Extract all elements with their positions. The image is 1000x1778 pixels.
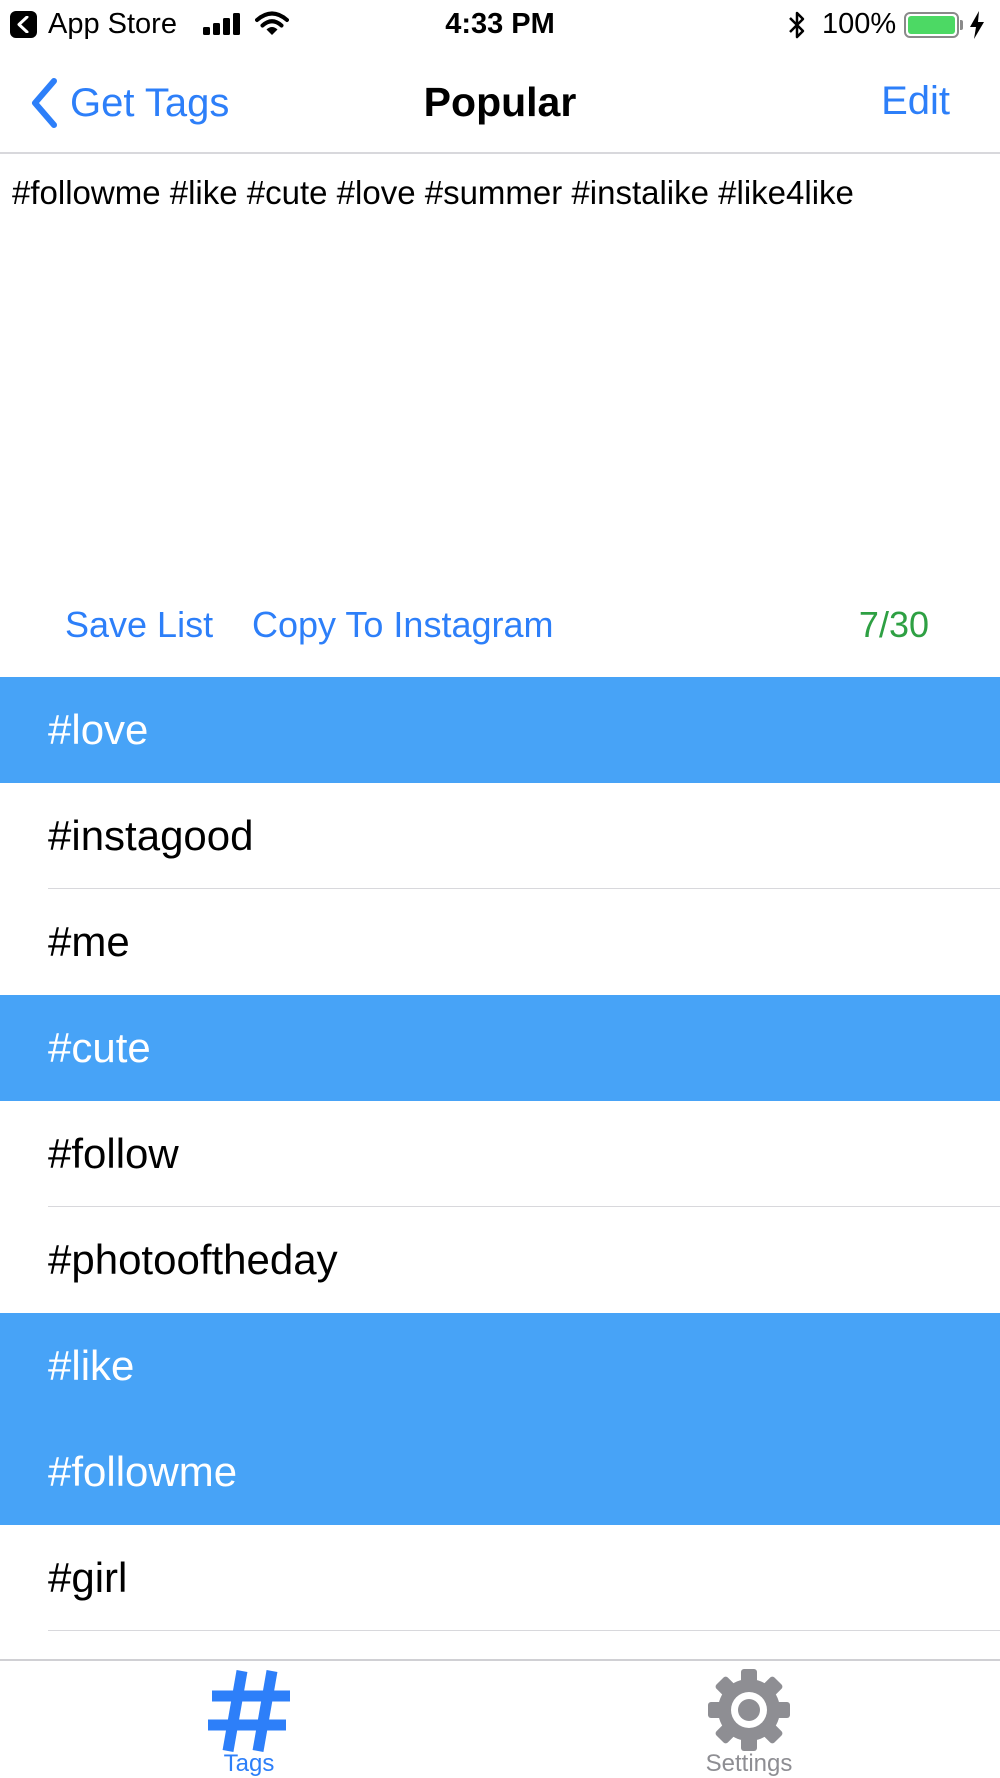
tab-tags-label: Tags	[223, 1750, 275, 1777]
tag-label: #photooftheday	[48, 1236, 338, 1283]
tag-row[interactable]: #follow	[0, 1101, 1000, 1207]
tag-row[interactable]: #followme	[0, 1419, 1000, 1525]
tag-label: #follow	[48, 1130, 179, 1177]
tag-row[interactable]: #like	[0, 1313, 1000, 1419]
tag-row[interactable]: #cute	[0, 995, 1000, 1101]
battery-tip	[960, 20, 963, 30]
selected-tags-text[interactable]: #followme #like #cute #love #summer #ins…	[12, 172, 988, 572]
page-title: Popular	[423, 79, 577, 125]
hashtag-icon	[208, 1670, 290, 1752]
tab-settings[interactable]: Settings	[649, 1661, 849, 1778]
status-bar: App Store 4:33 PM 100%	[0, 0, 1000, 50]
tab-bar: Tags Settings	[0, 1659, 1000, 1778]
tag-row[interactable]: #girl	[0, 1525, 1000, 1631]
battery-level-fill	[908, 16, 955, 34]
tag-row[interactable]: #instagood	[0, 783, 1000, 889]
edit-button[interactable]: Edit	[881, 79, 950, 124]
tag-label: #followme	[48, 1448, 238, 1495]
tag-label: #like	[48, 1342, 135, 1389]
tab-settings-label: Settings	[705, 1750, 793, 1777]
tag-row[interactable]: #me	[0, 889, 1000, 995]
battery-percent: 100%	[822, 8, 897, 40]
tag-label: #me	[48, 918, 130, 965]
gear-icon	[708, 1669, 790, 1751]
charging-bolt-icon	[970, 11, 984, 39]
save-list-button[interactable]: Save List	[65, 604, 213, 646]
bluetooth-icon	[789, 11, 805, 39]
tag-list: #love #instagood #me #cute #follow #photoofth…	[0, 677, 1000, 1631]
copy-to-instagram-button[interactable]: Copy To Instagram	[252, 604, 553, 646]
navigation-bar: Get Tags Popular Edit	[0, 50, 1000, 154]
battery-icon	[904, 12, 959, 38]
row-separator	[48, 1630, 1000, 1631]
tag-label: #girl	[48, 1554, 128, 1601]
tag-row[interactable]: #love	[0, 677, 1000, 783]
tab-tags[interactable]: Tags	[149, 1661, 349, 1778]
tag-label: #love	[48, 706, 149, 753]
selected-count: 7/30	[858, 604, 929, 645]
tag-row[interactable]: #photooftheday	[0, 1207, 1000, 1313]
tag-label: #cute	[48, 1024, 151, 1071]
tag-label: #instagood	[48, 812, 254, 859]
